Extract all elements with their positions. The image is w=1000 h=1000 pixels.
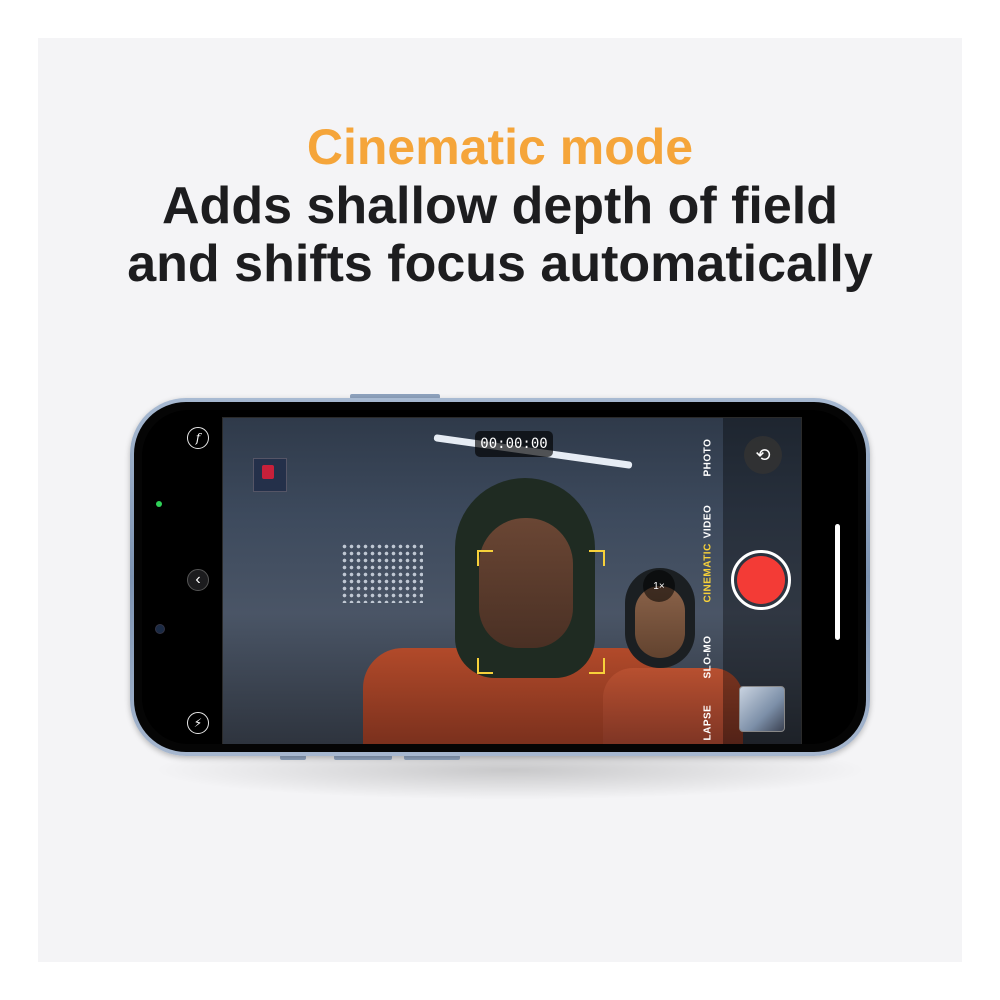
record-button-fill <box>737 556 785 604</box>
recording-timecode: 00:00:00 <box>475 431 553 457</box>
focus-corner-tr <box>589 550 605 566</box>
headline-line-2: and shifts focus automatically <box>127 235 873 293</box>
viewfinder[interactable]: 00:00:00 1× PHOTO VIDEO CINEMATIC SLO-MO… <box>222 417 802 744</box>
mode-photo[interactable]: PHOTO <box>703 439 714 477</box>
left-control-column: f ‹ ⚡ <box>142 410 222 744</box>
focus-corner-tl <box>477 550 493 566</box>
mode-slo-mo[interactable]: SLO-MO <box>703 636 714 679</box>
camera-screen: f ‹ ⚡ 00:00:00 1× PHOTO VIDEO CINEMATIC … <box>142 410 858 744</box>
flash-icon[interactable]: ⚡ <box>187 712 209 734</box>
home-indicator <box>835 524 840 640</box>
headline-line-1: Adds shallow depth of field <box>162 177 838 235</box>
last-capture-thumbnail[interactable] <box>739 686 785 732</box>
iphone-device: f ‹ ⚡ 00:00:00 1× PHOTO VIDEO CINEMATIC … <box>130 398 870 756</box>
focus-tracking-box[interactable] <box>477 550 605 674</box>
aperture-icon[interactable]: f <box>187 427 209 449</box>
front-camera <box>155 624 165 634</box>
mode-video[interactable]: VIDEO <box>703 505 714 539</box>
focus-corner-br <box>589 658 605 674</box>
mode-selector[interactable]: PHOTO VIDEO CINEMATIC SLO-MO LAPSE <box>691 418 725 744</box>
camera-indicator-dot <box>156 501 162 507</box>
mode-lapse[interactable]: LAPSE <box>703 705 714 741</box>
focus-corner-bl <box>477 658 493 674</box>
flip-camera-icon[interactable]: ⟲ <box>744 436 782 474</box>
camera-controls: ⟲ <box>723 418 801 744</box>
phone-bezel: f ‹ ⚡ 00:00:00 1× PHOTO VIDEO CINEMATIC … <box>134 402 866 752</box>
zoom-button[interactable]: 1× <box>643 570 675 602</box>
record-button[interactable] <box>731 550 791 610</box>
headline-eyebrow: Cinematic mode <box>306 119 694 175</box>
wall-grid-panel <box>341 543 423 603</box>
wall-badge <box>253 458 287 492</box>
mode-cinematic[interactable]: CINEMATIC <box>703 543 714 602</box>
headline: Cinematic mode Adds shallow depth of fie… <box>0 122 1000 296</box>
chevron-left-icon[interactable]: ‹ <box>187 569 209 591</box>
